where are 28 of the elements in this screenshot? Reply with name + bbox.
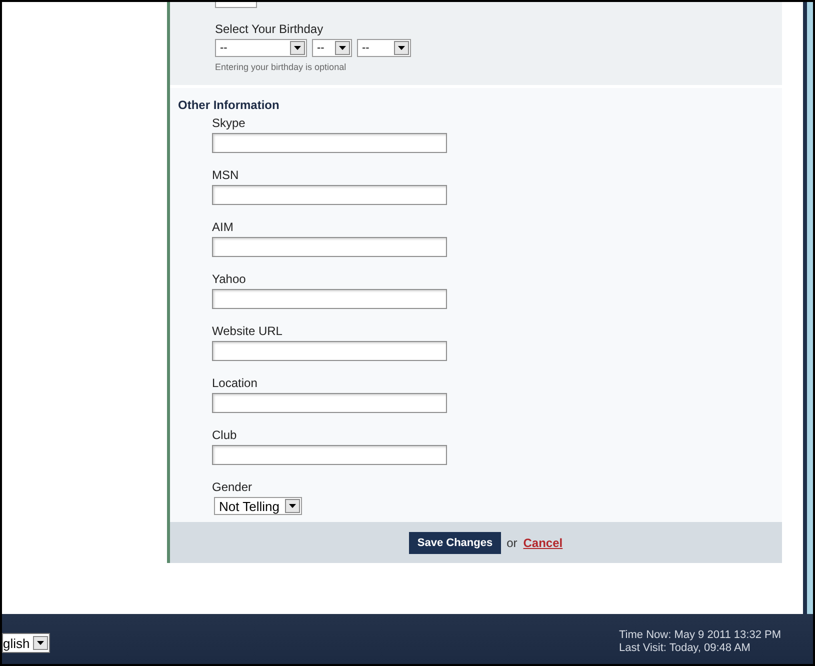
- gender-dropdown[interactable]: Not Telling: [214, 497, 302, 515]
- field-label: AIM: [212, 220, 234, 234]
- input-field[interactable]: [212, 237, 447, 257]
- field-label: Skype: [212, 116, 246, 130]
- input-field[interactable]: [212, 185, 447, 205]
- language-dropdown[interactable]: glish: [2, 633, 50, 653]
- input-field[interactable]: [212, 393, 447, 413]
- time-now: Time Now: May 9 2011 13:32 PM: [618, 629, 781, 642]
- input-field[interactable]: [212, 445, 447, 465]
- input-field[interactable]: [212, 133, 447, 153]
- input-field[interactable]: [212, 341, 447, 361]
- gender-label: Gender: [212, 480, 254, 494]
- field-label: Location: [212, 376, 258, 390]
- birthday-dropdown[interactable]: --: [357, 39, 411, 57]
- or-text: or: [506, 536, 518, 550]
- save-button[interactable]: Save Changes: [409, 532, 501, 554]
- birthday-label: Select Your Birthday: [215, 22, 324, 36]
- section-heading: Other Information: [178, 98, 280, 112]
- birthday-dropdown[interactable]: --: [215, 39, 307, 57]
- input-field[interactable]: [212, 289, 447, 309]
- birthday-dropdown[interactable]: --: [312, 39, 352, 57]
- field-label: Yahoo: [212, 272, 247, 286]
- birthday-hint: Entering your birthday is optional: [215, 62, 348, 72]
- last-visit: Last Visit: Today, 09:48 AM: [618, 642, 752, 655]
- field-label: Website URL: [212, 324, 284, 338]
- field-label: MSN: [212, 168, 240, 182]
- cancel-link[interactable]: Cancel: [523, 536, 563, 550]
- field-label: Club: [212, 428, 238, 442]
